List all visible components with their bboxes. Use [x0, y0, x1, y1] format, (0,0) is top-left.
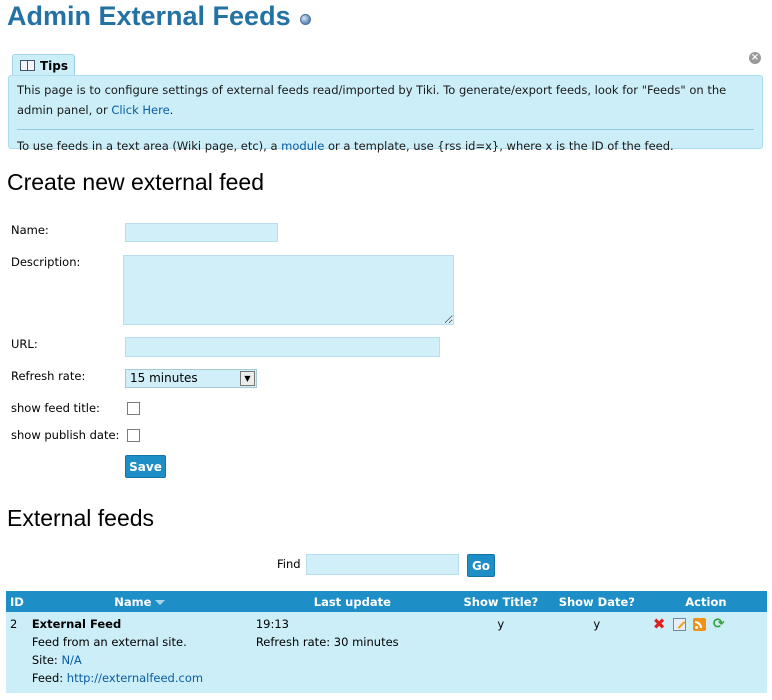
refresh-icon[interactable]: ⟳ — [713, 617, 726, 631]
tips-tab-label: Tips — [40, 58, 69, 73]
description-textarea[interactable] — [123, 255, 454, 325]
edit-icon[interactable] — [672, 618, 686, 631]
tips-divider — [17, 129, 754, 130]
create-feed-heading: Create new external feed — [7, 169, 264, 195]
refresh-rate-text: Refresh rate: 30 minutes — [255, 635, 399, 649]
col-last-update[interactable]: Last update — [251, 591, 453, 612]
find-label: Find — [277, 557, 301, 571]
url-input[interactable] — [125, 337, 440, 357]
tips-line-1-end: . — [169, 103, 174, 117]
feed-site-label: Site: — [31, 653, 58, 667]
tips-panel: This page is to configure settings of ex… — [8, 75, 763, 153]
find-input[interactable] — [306, 554, 459, 575]
feed-url-link[interactable]: http://externalfeed.com — [67, 671, 203, 685]
col-id[interactable]: ID — [6, 591, 28, 612]
show-publish-date-label: show publish date: — [11, 428, 120, 442]
save-button[interactable]: Save — [125, 455, 166, 478]
tips-line-2-before: To use feeds in a text area (Wiki page, … — [17, 139, 278, 153]
cell-id: 2 — [6, 612, 28, 693]
tips-line-2: To use feeds in a text area (Wiki page, … — [17, 136, 754, 156]
show-publish-date-checkbox[interactable] — [127, 429, 140, 442]
tips-line-1: This page is to configure settings of ex… — [17, 80, 762, 120]
rss-icon[interactable] — [692, 618, 706, 631]
tips-tab: Tips — [12, 54, 75, 76]
col-show-title[interactable]: Show Title? — [452, 591, 549, 612]
show-feed-title-checkbox[interactable] — [127, 402, 140, 415]
module-link[interactable]: module — [281, 139, 324, 153]
go-button[interactable]: Go — [467, 554, 495, 577]
cell-show-date: y — [548, 612, 645, 693]
description-label: Description: — [11, 255, 81, 269]
action-icons: ✖ ⟳ — [649, 615, 763, 632]
last-update-time: 19:13 — [255, 617, 289, 631]
name-input[interactable] — [125, 223, 278, 242]
click-here-link[interactable]: Click Here — [111, 103, 169, 117]
name-label: Name: — [11, 223, 49, 237]
feed-url: Feed: http://externalfeed.com — [32, 669, 248, 687]
feed-name: External Feed — [31, 617, 122, 631]
table-row: 2 External Feed Feed from an external si… — [6, 612, 767, 693]
col-show-date[interactable]: Show Date? — [548, 591, 645, 612]
cell-name: External Feed Feed from an external site… — [27, 612, 252, 693]
feed-url-label: Feed: — [31, 671, 64, 685]
feed-site: Site: N/A — [32, 651, 248, 669]
book-icon — [20, 60, 35, 71]
external-feeds-heading: External feeds — [7, 505, 155, 531]
feed-site-link[interactable]: N/A — [61, 653, 81, 667]
help-icon[interactable] — [299, 13, 311, 25]
refresh-rate-value: 15 minutes — [130, 371, 198, 385]
chevron-down-icon[interactable]: ▼ — [240, 371, 255, 386]
page-title: Admin External Feeds — [7, 1, 311, 32]
col-name[interactable]: Name — [27, 591, 252, 612]
show-feed-title-label: show feed title: — [11, 401, 100, 415]
sort-desc-icon[interactable] — [155, 599, 166, 605]
col-action: Action — [644, 591, 767, 612]
refresh-rate-label: Refresh rate: — [11, 369, 86, 383]
cell-show-title: y — [452, 612, 549, 693]
close-icon[interactable]: × — [749, 52, 761, 64]
url-label: URL: — [11, 337, 38, 351]
feed-description: Feed from an external site. — [31, 635, 187, 649]
cell-last-update: 19:13 Refresh rate: 30 minutes — [251, 612, 453, 693]
cell-action: ✖ ⟳ — [644, 612, 767, 693]
table-header-row: ID Name Last update Show Title? Show Dat… — [6, 591, 767, 612]
feeds-table: ID Name Last update Show Title? Show Dat… — [6, 591, 767, 693]
delete-icon[interactable]: ✖ — [653, 617, 666, 632]
refresh-rate-select[interactable]: 15 minutes ▼ — [125, 369, 257, 388]
page-title-text: Admin External Feeds — [7, 1, 291, 31]
col-name-label: Name — [114, 594, 152, 609]
tips-line-2-after: or a template, use {rss id=x}, where x i… — [327, 139, 674, 153]
